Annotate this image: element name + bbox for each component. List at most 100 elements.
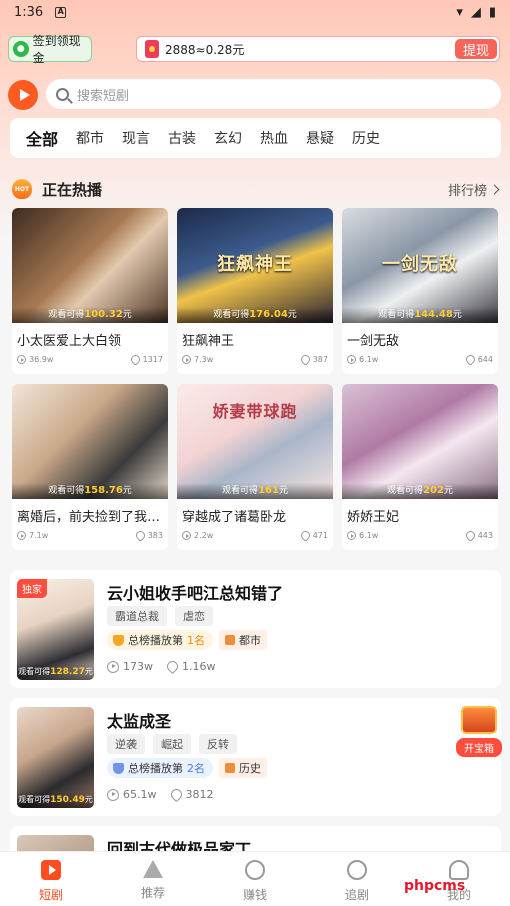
earn-label: 观看可得176.04元 xyxy=(177,307,333,323)
like-icon xyxy=(298,353,312,366)
genre-tag: 虐恋 xyxy=(175,606,213,626)
category-tab[interactable]: 都市 xyxy=(76,128,104,148)
treasure-label: 开宝箱 xyxy=(456,738,502,757)
list-title: 云小姐收手吧江总知错了 xyxy=(107,584,284,603)
drama-card[interactable]: 一剑无敌 观看可得144.48元 一剑无敌 6.1w 644 xyxy=(342,208,498,374)
rank-pill[interactable]: 总榜播放第 1名 xyxy=(107,630,213,650)
tab-recommend[interactable]: 推荐 xyxy=(102,852,204,906)
drama-card[interactable]: 观看可得158.76元 离婚后，前夫捡到了我的... 7.1w 383 xyxy=(12,384,168,550)
tab-following[interactable]: 追剧 xyxy=(306,852,408,906)
rank-row: 总榜播放第 2名 历史 xyxy=(107,758,267,778)
earn-label: 观看可得100.32元 xyxy=(12,307,168,323)
earn-label: 观看可得158.76元 xyxy=(12,483,168,499)
play-count-icon xyxy=(17,531,26,540)
category-pill[interactable]: 都市 xyxy=(219,630,267,650)
category-tab[interactable]: 玄幻 xyxy=(214,128,242,148)
cover-title-art: 娇妻带球跑 xyxy=(212,402,298,421)
follow-icon xyxy=(347,860,367,880)
earn-label: 观看可得150.49元 xyxy=(17,792,94,808)
genre-tag: 崛起 xyxy=(153,734,191,754)
short-drama-icon xyxy=(41,860,61,880)
wechat-icon: ● xyxy=(13,41,29,57)
drama-card[interactable]: 观看可得100.32元 小太医爱上大白领 36.9w 1317 xyxy=(12,208,168,374)
person-icon xyxy=(449,860,469,880)
chevron-right-icon xyxy=(489,184,500,194)
star-icon xyxy=(143,860,163,878)
like-count: 471 xyxy=(312,531,328,540)
play-count-icon xyxy=(182,531,191,540)
drama-card[interactable]: 观看可得202元 娇娇王妃 6.1w 443 xyxy=(342,384,498,550)
play-count-icon xyxy=(347,355,356,364)
like-icon xyxy=(463,353,477,366)
cover-title-art: 狂飙神王 xyxy=(217,254,293,275)
category-tab[interactable]: 悬疑 xyxy=(306,128,334,148)
list-stats: 65.1w 3812 xyxy=(107,786,214,803)
rank-pill[interactable]: 总榜播放第 2名 xyxy=(107,758,213,778)
earn-label: 观看可得144.48元 xyxy=(342,307,498,323)
category-tab[interactable]: 现言 xyxy=(122,128,150,148)
rank-text: 总榜播放第 xyxy=(128,762,183,775)
play-count: 6.1w xyxy=(359,355,379,364)
play-count-icon xyxy=(182,355,191,364)
tab-label: 短剧 xyxy=(38,888,63,902)
play-count: 7.1w xyxy=(29,531,49,540)
drama-title: 娇娇王妃 xyxy=(347,510,400,525)
ranking-link-label: 排行榜 xyxy=(447,183,487,199)
like-icon xyxy=(133,529,147,542)
like-count: 387 xyxy=(312,355,328,364)
search-icon xyxy=(56,87,69,101)
signin-label: 签到领现金 xyxy=(32,34,81,65)
list-item[interactable]: 观看可得150.49元 太监成圣 逆袭 崛起 反转 总榜播放第 2名 历史 65.… xyxy=(10,698,501,816)
category-tab[interactable]: 历史 xyxy=(352,128,380,148)
exclusive-badge: 独家 xyxy=(17,579,47,598)
genre-tag: 反转 xyxy=(199,734,237,754)
cover-title-art: 一剑无敌 xyxy=(382,254,458,275)
play-count-icon xyxy=(347,531,356,540)
signin-button[interactable]: ● 签到领现金 xyxy=(8,34,92,65)
coin-text: 2888≈0.28元 xyxy=(165,42,245,57)
play-count: 36.9w xyxy=(29,355,54,364)
drama-stats: 7.1w 383 xyxy=(12,525,168,542)
play-count: 7.3w xyxy=(194,355,214,364)
category-tab[interactable]: 全部 xyxy=(26,126,58,150)
ranking-link[interactable]: 排行榜 xyxy=(447,180,500,199)
category-pill[interactable]: 历史 xyxy=(219,758,267,778)
like-icon xyxy=(463,529,477,542)
treasure-chest-button[interactable]: 开宝箱 xyxy=(456,706,502,762)
drama-card[interactable]: 娇妻带球跑 观看可得161元 穿越成了诸葛卧龙 2.2w 471 xyxy=(177,384,333,550)
list-item[interactable]: 独家 观看可得128.27元 云小姐收手吧江总知错了 霸道总裁 虐恋 总榜播放第… xyxy=(10,570,501,688)
earn-label: 观看可得161元 xyxy=(177,483,333,499)
list-cover: 观看可得150.49元 xyxy=(17,707,94,808)
drama-cover: 观看可得100.32元 xyxy=(12,208,168,323)
status-bar: 1:36 A ▾ ◢ ▮ xyxy=(0,0,510,24)
rank-number: 2名 xyxy=(187,762,205,775)
play-count: 65.1w xyxy=(123,788,157,801)
category-tab[interactable]: 古装 xyxy=(168,128,196,148)
coin-balance[interactable]: 2888≈0.28元 提现 xyxy=(136,36,500,62)
list-stats: 173w 1.16w xyxy=(107,658,216,675)
like-count: 644 xyxy=(477,355,493,364)
genre-tag: 霸道总裁 xyxy=(107,606,167,626)
tag-list: 霸道总裁 虐恋 xyxy=(107,606,213,626)
trophy-icon xyxy=(113,762,124,774)
drama-card[interactable]: 狂飙神王 观看可得176.04元 狂飙神王 7.3w 387 xyxy=(177,208,333,374)
like-count: 1317 xyxy=(142,355,163,364)
hot-section-header: HOT 正在热播 排行榜 xyxy=(12,178,500,200)
notification-icon: A xyxy=(55,6,67,18)
category-tab[interactable]: 热血 xyxy=(260,128,288,148)
drama-title: 离婚后，前夫捡到了我的... xyxy=(17,510,168,525)
withdraw-button[interactable]: 提现 xyxy=(455,39,497,59)
tab-label: 推荐 xyxy=(140,886,165,900)
tab-label: 追剧 xyxy=(344,888,369,902)
search-input[interactable]: 搜索短剧 xyxy=(46,79,501,109)
drama-cover: 观看可得158.76元 xyxy=(12,384,168,499)
watermark: phpcms xyxy=(404,878,466,894)
tab-earn[interactable]: 赚钱 xyxy=(204,852,306,906)
rank-row: 总榜播放第 1名 都市 xyxy=(107,630,267,650)
list-cover: 独家 观看可得128.27元 xyxy=(17,579,94,680)
play-count: 6.1w xyxy=(359,531,379,540)
tab-short-drama[interactable]: 短剧 xyxy=(0,852,102,906)
category-icon xyxy=(225,635,235,645)
app-logo-icon xyxy=(8,80,38,110)
hot-flame-icon: HOT xyxy=(12,179,32,199)
